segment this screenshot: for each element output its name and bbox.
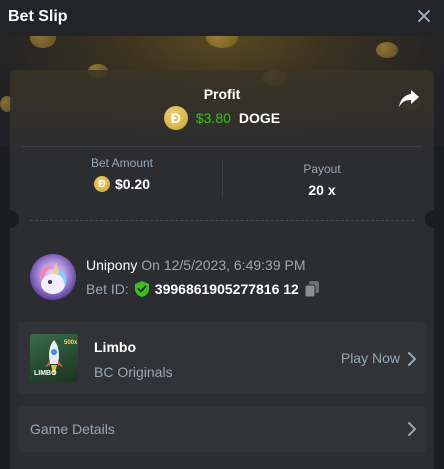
game-details-row[interactable]: Game Details xyxy=(18,406,426,452)
dashed-divider xyxy=(30,220,414,221)
bet-amount-label: Bet Amount xyxy=(90,156,154,170)
payout-value: 20 x xyxy=(308,182,336,198)
bet-amount-stat: Bet Amount Ð $0.20 xyxy=(22,156,222,192)
profit-label: Profit xyxy=(203,86,241,102)
user-line: Unipony On 12/5/2023, 6:49:39 PM xyxy=(86,257,306,273)
divider xyxy=(22,146,422,147)
chevron-right-icon xyxy=(408,422,417,436)
ticket-notch xyxy=(425,210,443,228)
username[interactable]: Unipony xyxy=(86,257,137,273)
payout-stat: Payout 20 x xyxy=(222,162,422,198)
bet-amount-value-row: Ð $0.20 xyxy=(22,176,222,192)
limbo-game-thumbnail: 500x LIMBO xyxy=(30,334,78,382)
game-name: Limbo xyxy=(94,339,136,355)
bet-slip-title: Bet Slip xyxy=(8,8,68,25)
game-details-label: Game Details xyxy=(30,421,115,437)
decor-coin xyxy=(376,42,398,58)
play-now-button[interactable]: Play Now xyxy=(341,350,400,366)
thumb-multiplier-text: 500x xyxy=(64,340,78,346)
unicorn-avatar-icon xyxy=(40,262,67,294)
ticket-notch xyxy=(1,210,19,228)
decor-coin xyxy=(30,36,56,48)
game-row[interactable]: 500x LIMBO Limbo BC Originals Play Now xyxy=(18,322,426,394)
chevron-right-icon xyxy=(408,352,417,366)
profit-row: Ð $3.80 DOGE xyxy=(10,106,434,130)
profit-currency: DOGE xyxy=(238,110,281,126)
avatar[interactable] xyxy=(30,254,76,300)
share-icon[interactable] xyxy=(398,88,420,108)
thumb-label: LIMBO xyxy=(34,370,57,377)
decor-coin xyxy=(206,36,238,48)
bet-id-line: Bet ID: 3996861905277816 12 xyxy=(86,281,319,297)
doge-coin-icon: Ð xyxy=(163,106,188,130)
bet-id-label: Bet ID: xyxy=(86,281,129,297)
shield-check-icon xyxy=(134,281,149,297)
profit-card: Profit Ð $3.80 DOGE Bet Amount Ð $0.20 P… xyxy=(10,70,434,220)
close-icon[interactable] xyxy=(414,6,434,26)
game-provider: BC Originals xyxy=(94,364,173,380)
payout-label: Payout xyxy=(303,162,341,176)
bet-date: On 12/5/2023, 6:49:39 PM xyxy=(141,257,306,273)
bet-info-card: Unipony On 12/5/2023, 6:49:39 PM Bet ID:… xyxy=(10,220,434,469)
doge-coin-icon: Ð xyxy=(93,176,110,192)
bet-id-value: 3996861905277816 12 xyxy=(154,281,299,297)
bet-slip-header: Bet Slip xyxy=(0,0,444,36)
copy-icon[interactable] xyxy=(304,281,319,297)
bet-amount-value: $0.20 xyxy=(114,176,151,192)
profit-amount: $3.80 xyxy=(195,110,231,126)
